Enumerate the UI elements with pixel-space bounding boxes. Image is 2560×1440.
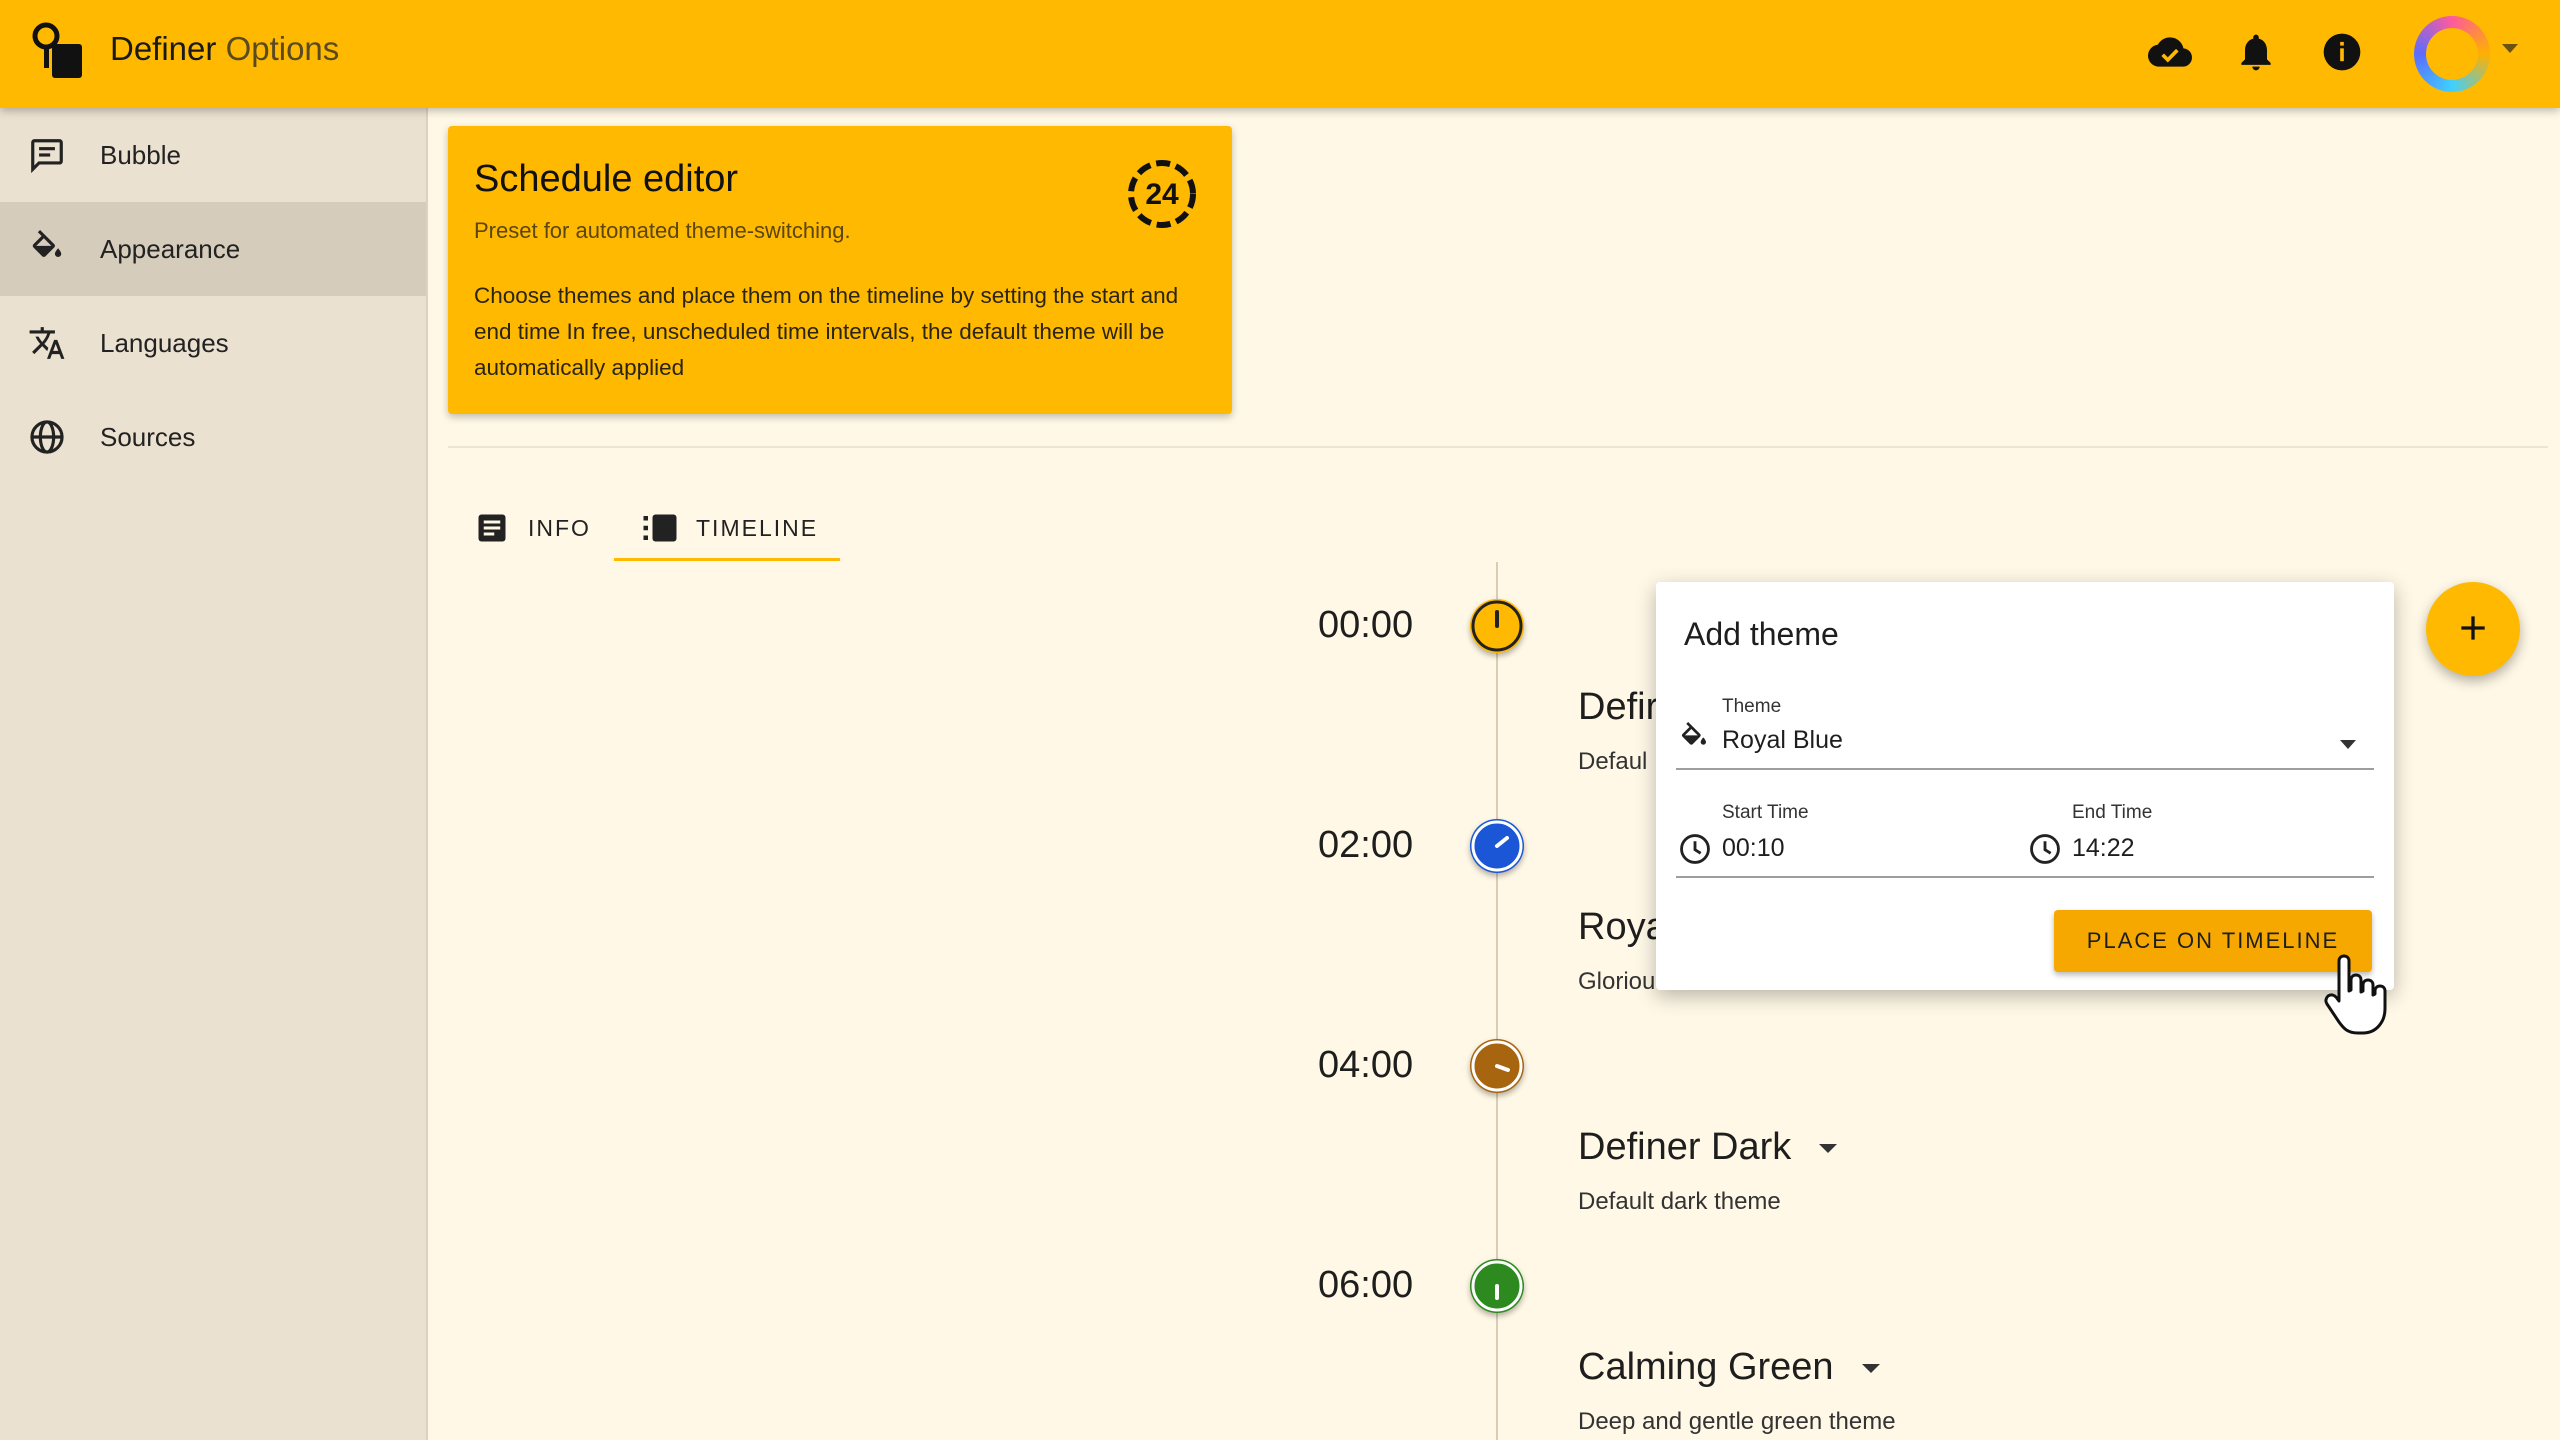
card-subtitle: Preset for automated theme-switching.	[474, 218, 851, 243]
timeline-theme-desc: Default dark theme	[1578, 1188, 1781, 1215]
clock-marker-icon	[1471, 1040, 1523, 1092]
timeline-time-label: 06:00	[1318, 1264, 1414, 1306]
translate-icon	[29, 327, 65, 359]
article-icon	[478, 514, 506, 542]
chevron-down-icon[interactable]	[1861, 1364, 1880, 1374]
app-subtitle: Options	[225, 30, 340, 67]
timeline-marker[interactable]	[1470, 1259, 1524, 1313]
svg-text:24: 24	[1145, 178, 1179, 211]
theme-field-underline	[1676, 768, 2374, 770]
tab-label: INFO	[528, 514, 591, 541]
sidebar-item-label: Bubble	[100, 139, 181, 170]
timeline-theme-name: Calming Green	[1578, 1346, 1834, 1388]
definer-logo-icon	[32, 22, 82, 78]
app-title: Definer Options	[110, 30, 339, 68]
account-menu-caret-icon[interactable]	[2502, 44, 2518, 53]
theme-field-label: Theme	[1722, 696, 1782, 717]
bell-icon[interactable]	[2234, 30, 2278, 74]
sidebar-item-label: Appearance	[100, 233, 241, 264]
avatar[interactable]	[2414, 16, 2490, 92]
sidebar-item-label: Languages	[100, 327, 229, 358]
timeline-marker[interactable]	[1470, 819, 1524, 873]
24-hours-icon: 24	[1128, 160, 1196, 228]
timeline-time-label: 04:00	[1318, 1044, 1414, 1086]
sidebar-item-sources[interactable]: Sources	[0, 390, 426, 484]
tab-timeline[interactable]: TIMELINE	[642, 494, 818, 562]
end-time-input[interactable]: 14:22	[2072, 834, 2135, 863]
chat-bubble-icon	[31, 139, 63, 174]
time-fields-underline	[1676, 876, 2374, 878]
divider	[448, 446, 2548, 448]
tab-label: TIMELINE	[696, 514, 819, 541]
paint-bucket-icon	[32, 230, 62, 257]
sidebar-item-languages[interactable]: Languages	[0, 296, 426, 390]
app-name: Definer	[110, 30, 217, 67]
timeline-theme-item[interactable]: Definer Dark	[1578, 1126, 1838, 1169]
theme-select[interactable]: Royal Blue	[1722, 726, 1843, 755]
globe-icon	[30, 420, 64, 454]
chevron-down-icon[interactable]	[1819, 1144, 1838, 1154]
dialog-title: Add theme	[1684, 616, 1839, 652]
tab-info[interactable]: INFO	[474, 494, 591, 562]
sidebar-item-appearance[interactable]: Appearance	[0, 202, 426, 296]
schedule-editor-card: Schedule editor Preset for automated the…	[448, 126, 1232, 414]
add-theme-fab[interactable]	[2426, 582, 2520, 676]
timeline-theme-desc: Gloriou	[1578, 968, 1656, 995]
timeline-icon	[643, 514, 677, 542]
card-title: Schedule editor	[474, 158, 739, 200]
timeline-theme-name[interactable]: Defir	[1578, 686, 1658, 729]
card-description: Choose themes and place them on the time…	[474, 283, 1179, 380]
hand-cursor-icon	[2324, 954, 2387, 1035]
clock-icon	[1680, 834, 1710, 864]
end-time-label: End Time	[2072, 802, 2153, 823]
start-time-label: Start Time	[1722, 802, 1809, 823]
timeline-theme-name[interactable]: Roya	[1578, 906, 1667, 949]
sidebar: Bubble Appearance Languages Sources	[0, 108, 428, 1440]
timeline-theme-name: Definer Dark	[1578, 1126, 1792, 1168]
active-tab-indicator	[614, 558, 840, 561]
add-theme-dialog: Add theme Theme Royal Blue Start Time 00…	[1656, 582, 2394, 990]
info-icon[interactable]	[2320, 30, 2364, 74]
timeline-theme-desc: Defaul	[1578, 748, 1648, 775]
sidebar-item-bubble[interactable]: Bubble	[0, 108, 426, 202]
sidebar-item-label: Sources	[100, 421, 196, 452]
timeline-marker[interactable]	[1470, 599, 1524, 653]
clock-icon	[2030, 834, 2060, 864]
chevron-down-icon[interactable]	[2340, 740, 2356, 749]
clock-marker-icon	[1471, 600, 1523, 652]
cloud-done-icon[interactable]	[2148, 30, 2192, 74]
clock-marker-icon	[1471, 820, 1523, 872]
start-time-input[interactable]: 00:10	[1722, 834, 1785, 863]
paint-bucket-icon	[1681, 722, 1706, 745]
timeline-theme-desc: Deep and gentle green theme	[1578, 1408, 1896, 1435]
timeline-marker[interactable]	[1470, 1039, 1524, 1093]
timeline-theme-item[interactable]: Calming Green	[1578, 1346, 1880, 1389]
app-bar: Definer Options	[0, 0, 2560, 108]
timeline-time-label: 02:00	[1318, 824, 1414, 866]
clock-marker-icon	[1471, 1260, 1523, 1312]
timeline-time-label: 00:00	[1318, 604, 1414, 646]
plus-icon	[2461, 615, 2485, 640]
